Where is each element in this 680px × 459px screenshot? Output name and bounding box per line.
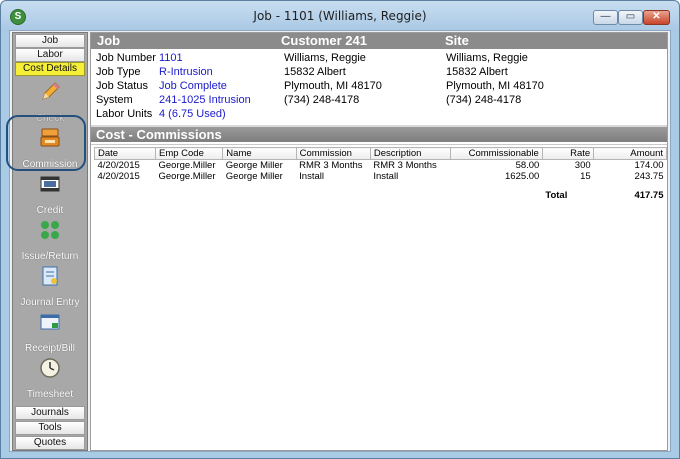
system-label: System <box>96 94 133 106</box>
sidebar-quotes-button[interactable]: Quotes <box>15 436 85 450</box>
journal-icon <box>42 266 58 286</box>
window-title: Job - 1101 (Williams, Reggie) <box>253 9 427 23</box>
cell-commission: Install <box>299 171 324 182</box>
film-card-icon <box>40 176 60 192</box>
col-date[interactable]: Date <box>94 147 156 160</box>
commission-highlight-ring <box>6 115 86 171</box>
sidebar-tool-label: Journal Entry <box>20 297 80 308</box>
cell-date: 4/20/2015 <box>97 160 140 171</box>
commissions-table: Date Emp Code Name Commission Descriptio… <box>94 147 667 201</box>
labor-units-label: Labor Units <box>96 108 153 120</box>
system-link[interactable]: 241-1025 Intrusion <box>159 94 251 106</box>
table-row[interactable]: 4/20/2015 George.Miller George Miller RM… <box>95 160 667 171</box>
sidebar-labor-button[interactable]: Labor <box>15 48 85 62</box>
cell-emp-code: George.Miller <box>158 171 216 182</box>
sidebar-tools-button[interactable]: Tools <box>15 421 85 435</box>
title-bar[interactable]: S Job - 1101 (Williams, Reggie) — ▭ ✕ <box>1 1 679 31</box>
customer-street: 15832 Albert <box>284 66 346 78</box>
cell-commissionable: 1625.00 <box>505 171 540 182</box>
cell-emp-code: George.Miller <box>158 160 216 171</box>
cell-rate: 300 <box>574 160 591 171</box>
cell-amount: 243.75 <box>634 171 664 182</box>
customer-info: Williams, Reggie 15832 Albert Plymouth, … <box>284 51 382 107</box>
cell-description: Install <box>373 171 399 182</box>
section-title: Cost - Commissions <box>91 125 667 142</box>
client-area: Job Labor Cost Details Check Commission <box>6 30 671 452</box>
site-phone: (734) 248-4178 <box>446 94 522 106</box>
clock-icon <box>40 358 60 378</box>
job-type-label: Job Type <box>96 66 141 78</box>
minimize-button[interactable]: — <box>593 10 618 25</box>
cell-amount: 174.00 <box>634 160 664 171</box>
col-rate[interactable]: Rate <box>541 147 595 160</box>
commissions-grid: Date Emp Code Name Commission Descriptio… <box>91 144 667 450</box>
main-panel: Job Customer 241 Site Job Number 1101 Job… <box>90 32 668 451</box>
job-number-label: Job Number <box>96 52 156 64</box>
cell-date: 4/20/2015 <box>97 171 140 182</box>
labor-units-link[interactable]: 4 (6.75 Used) <box>159 108 226 120</box>
job-number-link[interactable]: 1101 <box>159 52 183 64</box>
col-name[interactable]: Name <box>222 147 297 160</box>
cell-commission: RMR 3 Months <box>299 160 363 171</box>
sidebar-tool-label: Receipt/Bill <box>24 343 76 354</box>
maximize-button[interactable]: ▭ <box>618 10 643 25</box>
sidebar-tool-label: Timesheet <box>26 389 74 400</box>
site-name: Williams, Reggie <box>446 52 528 64</box>
job-status-link[interactable]: Job Complete <box>159 80 227 92</box>
customer-name: Williams, Reggie <box>284 52 366 64</box>
total-label: Total <box>545 190 568 201</box>
sidebar-tool-label: Issue/Return <box>21 251 79 262</box>
sidebar-journals-button[interactable]: Journals <box>15 406 85 420</box>
site-street: 15832 Albert <box>446 66 508 78</box>
customer-phone: (734) 248-4178 <box>284 94 360 106</box>
customer-header: Customer 241 <box>281 33 367 48</box>
info-header-bar: Job Customer 241 Site <box>91 33 667 49</box>
sidebar-tool-journal-entry[interactable]: Journal Entry <box>14 263 86 309</box>
cell-description: RMR 3 Months <box>373 160 437 171</box>
sidebar-job-button[interactable]: Job <box>15 34 85 48</box>
total-value: 417.75 <box>634 190 664 201</box>
sidebar: Job Labor Cost Details Check Commission <box>12 32 88 451</box>
app-window: S Job - 1101 (Williams, Reggie) — ▭ ✕ Jo… <box>0 0 680 459</box>
sidebar-tool-credit[interactable]: Credit <box>14 171 86 217</box>
green-arrows-icon <box>41 221 59 239</box>
col-emp-code[interactable]: Emp Code <box>154 147 224 160</box>
cell-rate: 15 <box>580 171 591 182</box>
cell-name: George Miller <box>225 171 283 182</box>
table-header-row: Date Emp Code Name Commission Descriptio… <box>94 147 667 160</box>
site-info: Williams, Reggie 15832 Albert Plymouth, … <box>446 51 544 107</box>
site-city: Plymouth, MI 48170 <box>446 80 544 92</box>
col-commissionable[interactable]: Commissionable <box>450 147 543 160</box>
sidebar-tool-issue-return[interactable]: Issue/Return <box>14 217 86 263</box>
receipt-icon <box>40 314 60 330</box>
cell-commissionable: 58.00 <box>515 160 540 171</box>
col-description[interactable]: Description <box>369 147 452 160</box>
sidebar-tool-timesheet[interactable]: Timesheet <box>14 355 86 401</box>
close-button[interactable]: ✕ <box>643 10 670 25</box>
col-amount[interactable]: Amount <box>593 147 667 160</box>
sidebar-cost-details-button[interactable]: Cost Details <box>15 62 85 76</box>
sidebar-tool-label: Credit <box>36 205 64 216</box>
job-status-label: Job Status <box>96 80 148 92</box>
cell-name: George Miller <box>225 160 283 171</box>
customer-city: Plymouth, MI 48170 <box>284 80 382 92</box>
total-row: Total 417.75 <box>95 190 667 201</box>
pencil-icon <box>42 82 60 100</box>
job-info: Job Number 1101 Job Type R-Intrusion Job S… <box>96 51 251 121</box>
table-row[interactable]: 4/20/2015 George.Miller George Miller In… <box>95 171 667 182</box>
job-header: Job <box>97 33 121 48</box>
site-header: Site <box>445 33 469 48</box>
job-type-link[interactable]: R-Intrusion <box>159 66 213 78</box>
sidebar-tool-receipt-bill[interactable]: Receipt/Bill <box>14 309 86 355</box>
col-commission[interactable]: Commission <box>295 147 371 160</box>
